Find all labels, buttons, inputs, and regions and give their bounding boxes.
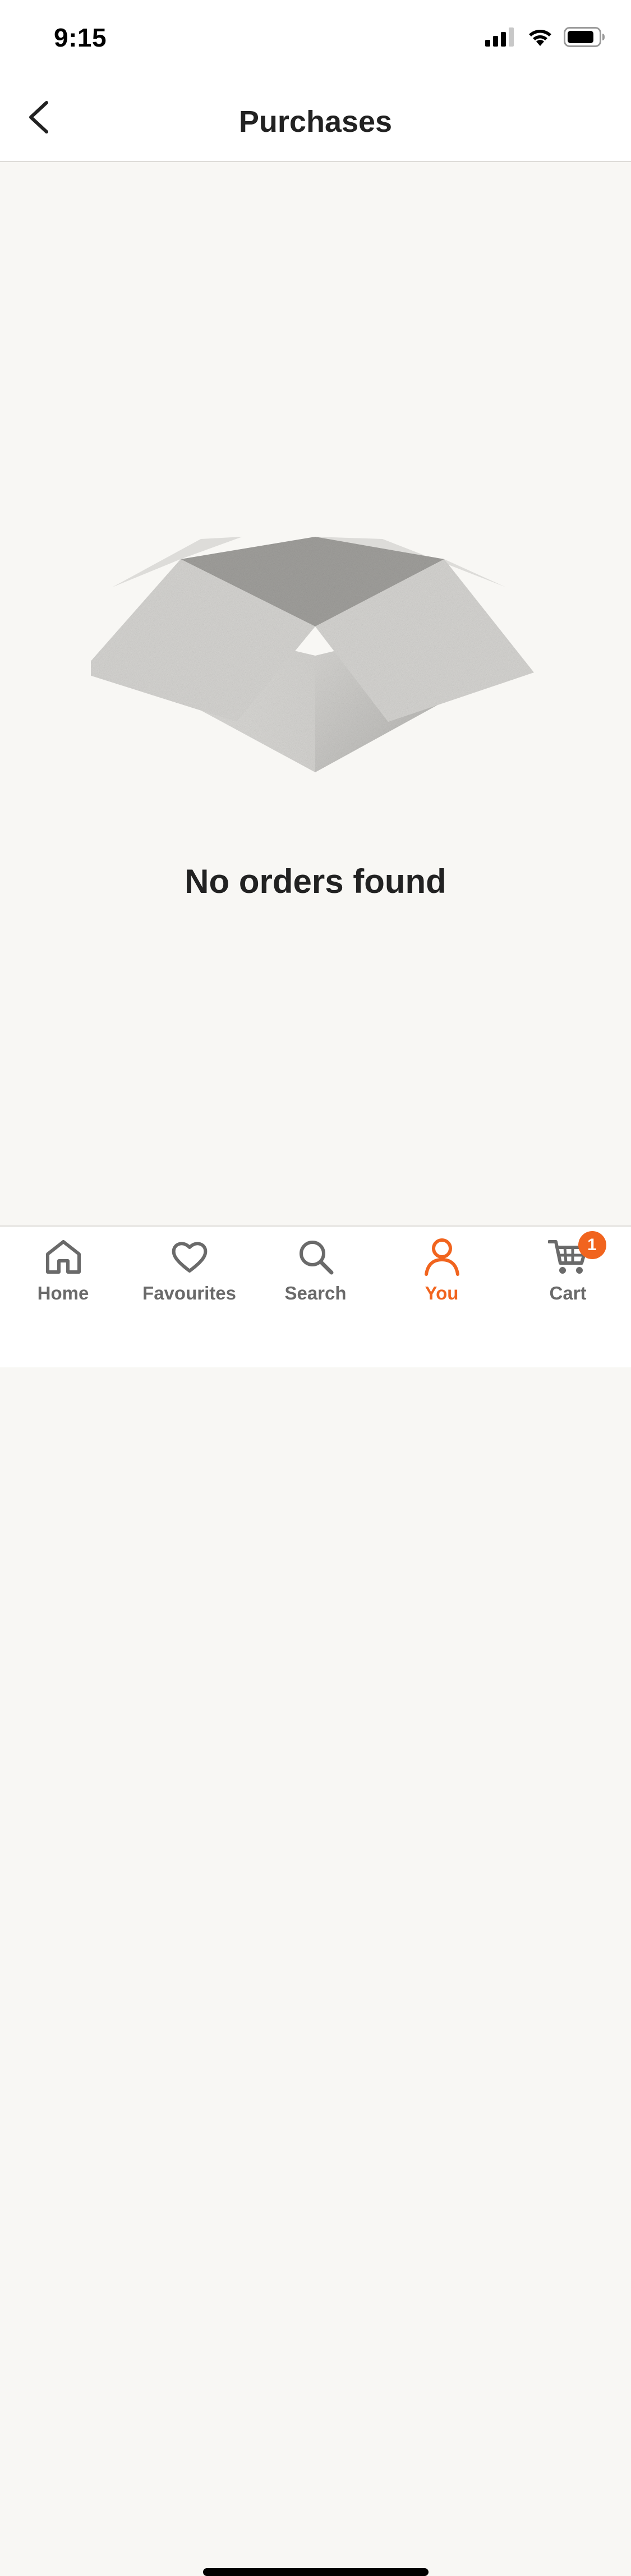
search-icon: [293, 1234, 338, 1279]
wifi-icon: [527, 27, 554, 50]
tab-bar: Home Favourites Search You 1 Cart: [0, 1225, 631, 2576]
heart-icon: [167, 1234, 212, 1279]
tab-favourites[interactable]: Favourites: [126, 1234, 252, 1313]
tab-label: You: [425, 1283, 459, 1303]
tab-cart[interactable]: 1 Cart: [505, 1231, 631, 1313]
tab-label: Cart: [549, 1283, 587, 1303]
status-bar: 9:15: [0, 0, 631, 76]
nav-header: Purchases: [0, 76, 631, 162]
tab-label: Favourites: [142, 1283, 236, 1303]
tab-label: Search: [284, 1283, 347, 1303]
cart-count-badge: 1: [578, 1231, 606, 1259]
empty-state-message: No orders found: [185, 863, 446, 900]
person-icon: [420, 1234, 464, 1279]
cellular-signal-icon: [485, 27, 517, 49]
status-icons: [485, 27, 605, 50]
tab-home[interactable]: Home: [0, 1234, 126, 1313]
main-content: No orders found: [0, 162, 631, 1225]
battery-icon: [564, 27, 605, 50]
open-box-illustration: [81, 515, 540, 830]
tab-label: Home: [37, 1283, 89, 1303]
home-indicator[interactable]: [203, 2568, 429, 2576]
cart-icon: 1: [546, 1231, 606, 1279]
page-title: Purchases: [238, 105, 393, 139]
status-time: 9:15: [54, 23, 107, 52]
tab-search[interactable]: Search: [252, 1234, 379, 1313]
tab-you[interactable]: You: [379, 1234, 505, 1313]
home-icon: [41, 1234, 86, 1279]
